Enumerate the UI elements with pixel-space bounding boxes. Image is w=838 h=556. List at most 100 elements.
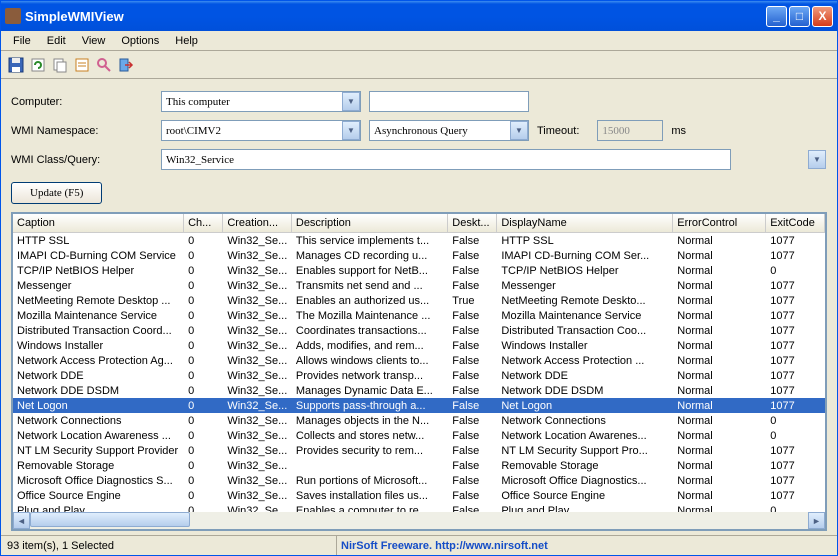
scroll-left-icon[interactable]: ◄: [13, 512, 30, 529]
cell: 1077: [766, 250, 825, 262]
table-row[interactable]: Plug and Play0Win32_Se...Enables a compu…: [13, 503, 825, 512]
table-row[interactable]: TCP/IP NetBIOS Helper0Win32_Se...Enables…: [13, 263, 825, 278]
col-errorcontrol[interactable]: ErrorControl: [673, 214, 766, 232]
table-row[interactable]: Network Location Awareness ...0Win32_Se.…: [13, 428, 825, 443]
querymode-dropdown-icon[interactable]: ▼: [510, 121, 528, 140]
close-button[interactable]: X: [812, 6, 833, 27]
titlebar[interactable]: SimpleWMIView _ □ X: [1, 1, 837, 31]
status-count: 93 item(s), 1 Selected: [7, 536, 337, 555]
table-row[interactable]: IMAPI CD-Burning COM Service0Win32_Se...…: [13, 248, 825, 263]
cell: False: [448, 340, 497, 352]
cell: 0: [184, 460, 223, 472]
classquery-dropdown-icon[interactable]: ▼: [808, 150, 826, 169]
table-row[interactable]: Microsoft Office Diagnostics S...0Win32_…: [13, 473, 825, 488]
col-caption[interactable]: Caption: [13, 214, 184, 232]
computer-input[interactable]: [161, 91, 361, 112]
find-icon[interactable]: [95, 56, 113, 74]
querymode-input[interactable]: [369, 120, 529, 141]
cell: Win32_Se...: [223, 490, 292, 502]
properties-icon[interactable]: [73, 56, 91, 74]
table-row[interactable]: Distributed Transaction Coord...0Win32_S…: [13, 323, 825, 338]
cell: Win32_Se...: [223, 445, 292, 457]
namespace-input[interactable]: [161, 120, 361, 141]
table-row[interactable]: Net Logon0Win32_Se...Supports pass-throu…: [13, 398, 825, 413]
timeout-label: Timeout:: [537, 125, 579, 137]
cell: Win32_Se...: [223, 460, 292, 472]
cell: 0: [184, 280, 223, 292]
table-row[interactable]: NT LM Security Support Provider0Win32_Se…: [13, 443, 825, 458]
cell: 0: [184, 235, 223, 247]
update-button[interactable]: Update (F5): [11, 182, 102, 204]
col-displayname[interactable]: DisplayName: [497, 214, 673, 232]
cell: False: [448, 355, 497, 367]
cell: False: [448, 400, 497, 412]
table-row[interactable]: Network Access Protection Ag...0Win32_Se…: [13, 353, 825, 368]
col-creation[interactable]: Creation...: [223, 214, 292, 232]
cell: NetMeeting Remote Deskto...: [497, 295, 673, 307]
timeout-input[interactable]: [597, 120, 663, 141]
exit-icon[interactable]: [117, 56, 135, 74]
cell: 0: [184, 385, 223, 397]
cell: Win32_Se...: [223, 400, 292, 412]
computer-label: Computer:: [11, 96, 161, 108]
menu-file[interactable]: File: [5, 33, 39, 49]
cell: Provides security to rem...: [292, 445, 448, 457]
cell: Removable Storage: [13, 460, 184, 472]
cell: True: [448, 295, 497, 307]
cell: Microsoft Office Diagnostics S...: [13, 475, 184, 487]
cell: Network DDE: [13, 370, 184, 382]
scroll-right-icon[interactable]: ►: [808, 512, 825, 529]
cell: HTTP SSL: [13, 235, 184, 247]
cell: 1077: [766, 235, 825, 247]
cell: False: [448, 445, 497, 457]
cell: 0: [184, 475, 223, 487]
cell: False: [448, 490, 497, 502]
col-exitcode[interactable]: ExitCode: [766, 214, 825, 232]
table-row[interactable]: HTTP SSL0Win32_Se...This service impleme…: [13, 233, 825, 248]
cell: Removable Storage: [497, 460, 673, 472]
cell: 1077: [766, 490, 825, 502]
save-icon[interactable]: [7, 56, 25, 74]
app-icon: [5, 8, 21, 24]
table-row[interactable]: NetMeeting Remote Desktop ...0Win32_Se..…: [13, 293, 825, 308]
cell: 0: [184, 400, 223, 412]
table-row[interactable]: Windows Installer0Win32_Se...Adds, modif…: [13, 338, 825, 353]
table-row[interactable]: Office Source Engine0Win32_Se...Saves in…: [13, 488, 825, 503]
scroll-thumb[interactable]: [30, 512, 190, 527]
table-row[interactable]: Network Connections0Win32_Se...Manages o…: [13, 413, 825, 428]
col-deskt[interactable]: Deskt...: [448, 214, 497, 232]
minimize-button[interactable]: _: [766, 6, 787, 27]
menu-edit[interactable]: Edit: [39, 33, 74, 49]
horizontal-scrollbar[interactable]: ◄ ►: [13, 512, 825, 529]
cell: Network Access Protection Ag...: [13, 355, 184, 367]
cell: Normal: [673, 295, 766, 307]
table-row[interactable]: Messenger0Win32_Se...Transmits net send …: [13, 278, 825, 293]
col-description[interactable]: Description: [292, 214, 448, 232]
cell: Messenger: [13, 280, 184, 292]
table-row[interactable]: Mozilla Maintenance Service0Win32_Se...T…: [13, 308, 825, 323]
menu-help[interactable]: Help: [167, 33, 206, 49]
classquery-input[interactable]: [161, 149, 731, 170]
table-row[interactable]: Network DDE0Win32_Se...Provides network …: [13, 368, 825, 383]
menu-options[interactable]: Options: [113, 33, 167, 49]
cell: Network DDE DSDM: [497, 385, 673, 397]
copy-icon[interactable]: [51, 56, 69, 74]
maximize-button[interactable]: □: [789, 6, 810, 27]
table-row[interactable]: Network DDE DSDM0Win32_Se...Manages Dyna…: [13, 383, 825, 398]
cell: TCP/IP NetBIOS Helper: [13, 265, 184, 277]
cell: Normal: [673, 370, 766, 382]
namespace-dropdown-icon[interactable]: ▼: [342, 121, 360, 140]
cell: Normal: [673, 355, 766, 367]
cell: False: [448, 235, 497, 247]
cell: False: [448, 430, 497, 442]
computer-dropdown-icon[interactable]: ▼: [342, 92, 360, 111]
cell: HTTP SSL: [497, 235, 673, 247]
col-ch[interactable]: Ch...: [184, 214, 223, 232]
menu-view[interactable]: View: [74, 33, 114, 49]
refresh-icon[interactable]: [29, 56, 47, 74]
cell: 1077: [766, 340, 825, 352]
table-row[interactable]: Removable Storage0Win32_Se...FalseRemova…: [13, 458, 825, 473]
computer-extra-input[interactable]: [369, 91, 529, 112]
cell: Network Connections: [13, 415, 184, 427]
cell: Normal: [673, 445, 766, 457]
